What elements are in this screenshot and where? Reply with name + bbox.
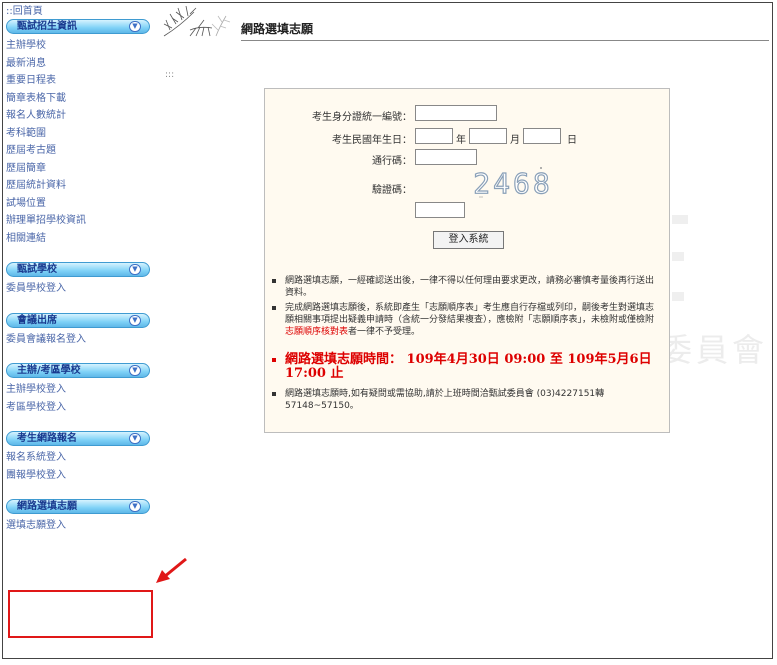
nav-link-exam-scope[interactable]: 考科範圍 bbox=[6, 125, 156, 143]
section-header-host-district-schools[interactable]: 主辦/考區學校 ▼ bbox=[6, 363, 150, 378]
bullet-icon bbox=[272, 392, 276, 396]
section-header-label: 考生網路報名 bbox=[17, 433, 77, 444]
chevron-down-icon[interactable]: ▼ bbox=[129, 433, 141, 444]
note-contact: 網路選填志願時,如有疑問或需協助,請於上班時間洽甄試委員會 (03)422715… bbox=[272, 388, 661, 412]
highlight-box bbox=[8, 590, 153, 638]
section-header-online-registration[interactable]: 考生網路報名 ▼ bbox=[6, 431, 150, 446]
captcha-input[interactable] bbox=[415, 202, 465, 218]
nav-link-member-school-login[interactable]: 委員學校登入 bbox=[6, 280, 156, 298]
birth-day-input[interactable] bbox=[523, 128, 561, 144]
passcode-input[interactable] bbox=[415, 149, 477, 165]
section-header-admissions-info[interactable]: 甄試招生資訊 ▼ bbox=[6, 19, 150, 34]
home-link[interactable]: ::回首頁 bbox=[6, 6, 156, 18]
section-header-label: 會議出席 bbox=[17, 314, 57, 326]
nav-link-meeting-registration-login[interactable]: 委員會議報名登入 bbox=[6, 331, 156, 349]
month-unit: 月 bbox=[510, 135, 520, 146]
note-irrevocable: 網路選填志願，一經確認送出後，一律不得以任何理由要求更改，請務必審慎考量後再行送… bbox=[272, 275, 661, 299]
nav-link-preference-login[interactable]: 選填志願登入 bbox=[6, 517, 156, 535]
login-button[interactable]: 登入系統 bbox=[433, 231, 504, 249]
captcha-label: 驗證碼： bbox=[372, 185, 412, 196]
section-header-label: 主辦/考區學校 bbox=[17, 365, 81, 376]
chevron-down-icon[interactable]: ▼ bbox=[129, 501, 141, 512]
chevron-down-icon[interactable]: ▼ bbox=[129, 21, 141, 32]
sidebar: ::回首頁 甄試招生資訊 ▼ 主辦學校 最新消息 重要日程表 簡章表格下載 報名… bbox=[6, 6, 156, 535]
login-panel: 考生身分證統一編號： 考生民國年生日： 年 月 日 通行碼： 驗證碼： 2468… bbox=[264, 88, 670, 433]
page-title: 網路選填志願 bbox=[241, 22, 314, 36]
nav-link-past-exams[interactable]: 歷屆考古題 bbox=[6, 142, 156, 160]
nav-link-registration-system-login[interactable]: 報名系統登入 bbox=[6, 449, 156, 467]
decorative-dots: ::: bbox=[165, 70, 175, 80]
nav-link-group-registration-login[interactable]: 團報學校登入 bbox=[6, 467, 156, 485]
bullet-icon bbox=[272, 279, 276, 283]
captcha-image: 2468 bbox=[473, 165, 553, 201]
watermark-text: 委員會 bbox=[660, 331, 769, 369]
nav-link-schedule[interactable]: 重要日程表 bbox=[6, 72, 156, 90]
section-header-meeting-attendance[interactable]: 會議出席 ▼ bbox=[6, 312, 150, 328]
birth-month-input[interactable] bbox=[469, 128, 507, 144]
bullet-icon bbox=[272, 306, 276, 310]
birth-year-input[interactable] bbox=[415, 128, 453, 144]
year-unit: 年 bbox=[456, 135, 466, 146]
nav-link-latest-news[interactable]: 最新消息 bbox=[6, 55, 156, 73]
pine-branch-icon bbox=[163, 6, 231, 37]
nav-link-single-admission-info[interactable]: 辦理單招學校資訊 bbox=[6, 212, 156, 230]
passcode-label: 通行碼： bbox=[372, 156, 412, 167]
nav-link-host-school[interactable]: 主辦學校 bbox=[6, 37, 156, 55]
nav-link-host-school-login[interactable]: 主辦學校登入 bbox=[6, 381, 156, 399]
watermark-bar bbox=[672, 215, 688, 224]
chevron-down-icon[interactable]: ▼ bbox=[129, 314, 141, 326]
nav-link-past-brochures[interactable]: 歷屆簡章 bbox=[6, 160, 156, 178]
bullet-icon bbox=[272, 358, 276, 362]
section-header-label: 甄試招生資訊 bbox=[17, 21, 77, 32]
section-header-exam-schools[interactable]: 甄試學校 ▼ bbox=[6, 262, 150, 277]
red-arrow-icon bbox=[156, 557, 187, 583]
birthday-label: 考生民國年生日： bbox=[332, 135, 412, 146]
deadline-notice: 網路選填志願時間： 109年4月30日 09:00 至 109年5月6日 17:… bbox=[272, 353, 661, 381]
id-label: 考生身分證統一編號： bbox=[312, 112, 412, 123]
section-header-label: 甄試學校 bbox=[17, 264, 57, 275]
note-preference-order: 完成網路選填志願後，系統即產生「志願順序表」考生應自行存檔或列印，嗣後考生對選填… bbox=[272, 302, 661, 338]
title-divider bbox=[241, 40, 769, 41]
day-unit: 日 bbox=[567, 135, 577, 146]
watermark-bar bbox=[672, 252, 684, 261]
nav-link-downloads[interactable]: 簡章表格下載 bbox=[6, 90, 156, 108]
chevron-down-icon[interactable]: ▼ bbox=[129, 365, 141, 376]
section-header-label: 網路選填志願 bbox=[17, 501, 77, 512]
nav-link-district-school-login[interactable]: 考區學校登入 bbox=[6, 399, 156, 417]
nav-link-related-links[interactable]: 相關連結 bbox=[6, 230, 156, 248]
id-number-input[interactable] bbox=[415, 105, 497, 121]
nav-link-past-statistics[interactable]: 歷屆統計資料 bbox=[6, 177, 156, 195]
chevron-down-icon[interactable]: ▼ bbox=[129, 264, 141, 275]
red-highlight-text: 志願順序核對表 bbox=[285, 327, 349, 337]
captcha-text: 2468 bbox=[473, 167, 552, 200]
nav-link-registration-stats[interactable]: 報名人數統計 bbox=[6, 107, 156, 125]
watermark-bar bbox=[672, 292, 684, 301]
section-header-online-preference[interactable]: 網路選填志願 ▼ bbox=[6, 499, 150, 514]
nav-link-exam-location[interactable]: 試場位置 bbox=[6, 195, 156, 213]
